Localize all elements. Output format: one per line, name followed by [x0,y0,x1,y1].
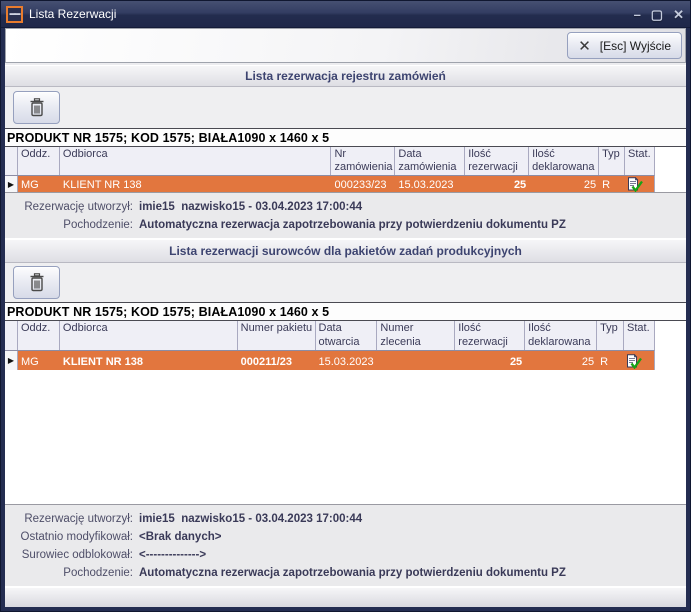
col-stat[interactable]: Stat. [625,147,654,175]
section1-delete-button[interactable] [13,91,60,124]
cell-ilosc-deklarowana: 25 [525,351,597,370]
col-oddz[interactable]: Oddz. [18,147,60,175]
table-row[interactable]: ▶ MG KLIENT NR 138 000211/23 15.03.2023 … [5,351,655,370]
col-odbiorca[interactable]: Odbiorca [60,147,332,175]
minimize-button[interactable]: – [634,8,641,21]
row-selector-arrow-icon: ▶ [8,180,14,189]
section1-info-panel: Rezerwację utworzył: imie15 nazwisko15 -… [5,192,686,239]
cell-data-otwarcia: 15.03.2023 [316,351,378,370]
created-by-label: Rezerwację utworzył: [5,198,133,216]
window-controls: – ▢ ✕ [634,8,684,21]
maximize-button[interactable]: ▢ [651,8,663,21]
cell-stat [625,176,654,192]
col-typ[interactable]: Typ [597,321,624,350]
col-typ[interactable]: Typ [599,147,625,175]
bottom-strip [5,587,686,607]
col-ilosc-deklarowana[interactable]: Ilość deklarowana [525,321,597,350]
section1-toolbar [5,87,686,128]
section2-grid-header: Oddz. Odbiorca Numer pakietu Data otwarc… [5,321,655,351]
section1-grid: Oddz. Odbiorca Nr zamówienia Data zamówi… [5,147,686,192]
origin-label: Pochodzenie: [5,216,133,234]
exit-button[interactable]: ✕ [Esc] Wyjście [567,32,682,59]
section2-product-header: PRODUKT NR 1575; KOD 1575; BIAŁA1090 x 1… [5,302,686,321]
unlocked-by-label: Surowiec odblokował: [5,546,133,564]
col-stat[interactable]: Stat. [624,321,654,350]
cell-nr-zamowienia: 000233/23 [331,176,395,192]
cell-numer-pakietu: 000211/23 [238,351,316,370]
cell-typ: R [599,176,625,192]
cell-ilosc-rezerwacji: 25 [455,351,525,370]
origin-value: Automatyczna rezerwacja zapotrzebowania … [139,564,566,582]
col-numer-zlecenia[interactable]: Numer zlecenia [377,321,455,350]
section1-grid-header: Oddz. Odbiorca Nr zamówienia Data zamówi… [5,147,655,176]
origin-value: Automatyczna rezerwacja zapotrzebowania … [139,216,566,234]
cell-oddz: MG [18,351,60,370]
section2-delete-button[interactable] [13,266,60,299]
col-selector [5,147,18,175]
cell-typ: R [597,351,624,370]
created-by-label: Rezerwację utworzył: [5,510,133,528]
created-by-value: imie15 nazwisko15 - 03.04.2023 17:00:44 [139,510,362,528]
section2-grid: Oddz. Odbiorca Numer pakietu Data otwarc… [5,321,686,504]
close-button[interactable]: ✕ [673,8,684,21]
app-icon: ▬▬ [6,6,23,23]
col-ilosc-rezerwacji[interactable]: Ilość rezerwacji [465,147,529,175]
modified-by-label: Ostatnio modyfikował: [5,528,133,546]
unlocked-by-value: <--------------> [139,546,206,564]
window-title: Lista Rezerwacji [29,7,116,21]
col-data-otwarcia[interactable]: Data otwarcia [316,321,378,350]
col-ilosc-rezerwacji[interactable]: Ilość rezerwacji [455,321,525,350]
cell-odbiorca: KLIENT NR 138 [60,351,238,370]
col-data-zamowienia[interactable]: Data zamówienia [395,147,465,175]
col-oddz[interactable]: Oddz. [18,321,60,350]
table-row[interactable]: ▶ MG KLIENT NR 138 000233/23 15.03.2023 … [5,176,655,192]
origin-label: Pochodzenie: [5,564,133,582]
exit-button-label: [Esc] Wyjście [600,39,671,53]
section1-header: Lista rezerwacja rejestru zamówień [5,65,686,87]
modified-by-value: <Brak danych> [139,528,221,546]
section1-product-header: PRODUKT NR 1575; KOD 1575; BIAŁA1090 x 1… [5,128,686,147]
section2-info-panel: Rezerwację utworzył: imie15 nazwisko15 -… [5,504,686,587]
cell-stat [624,351,654,370]
col-numer-pakietu[interactable]: Numer pakietu [238,321,316,350]
grid-empty-area [5,370,686,504]
document-check-icon [626,354,642,369]
trash-icon [29,98,45,117]
cell-oddz: MG [18,176,60,192]
row-selector-arrow-icon: ▶ [8,356,14,365]
cell-ilosc-rezerwacji: 25 [465,176,529,192]
row-selector: ▶ [5,351,18,370]
toolbar: ✕ [Esc] Wyjście [5,28,686,63]
window-content: ✕ [Esc] Wyjście Lista rezerwacja rejestr… [5,28,686,607]
cell-numer-zlecenia [377,351,455,370]
created-by-value: imie15 nazwisko15 - 03.04.2023 17:00:44 [139,198,362,216]
col-ilosc-deklarowana[interactable]: Ilość deklarowana [529,147,599,175]
col-nr-zamowienia[interactable]: Nr zamówienia [331,147,395,175]
title-bar: ▬▬ Lista Rezerwacji – ▢ ✕ [1,1,690,28]
section2-header: Lista rezerwacji surowców dla pakietów z… [5,239,686,263]
document-check-icon [627,177,643,192]
trash-icon [29,273,45,292]
row-selector: ▶ [5,176,18,192]
cell-ilosc-deklarowana: 25 [529,176,599,192]
close-icon: ✕ [578,37,591,55]
col-selector [5,321,18,350]
section2-toolbar [5,263,686,302]
window: ▬▬ Lista Rezerwacji – ▢ ✕ ✕ [Esc] Wyjści… [0,0,691,612]
col-odbiorca[interactable]: Odbiorca [60,321,238,350]
cell-data-zamowienia: 15.03.2023 [395,176,465,192]
cell-odbiorca: KLIENT NR 138 [60,176,332,192]
